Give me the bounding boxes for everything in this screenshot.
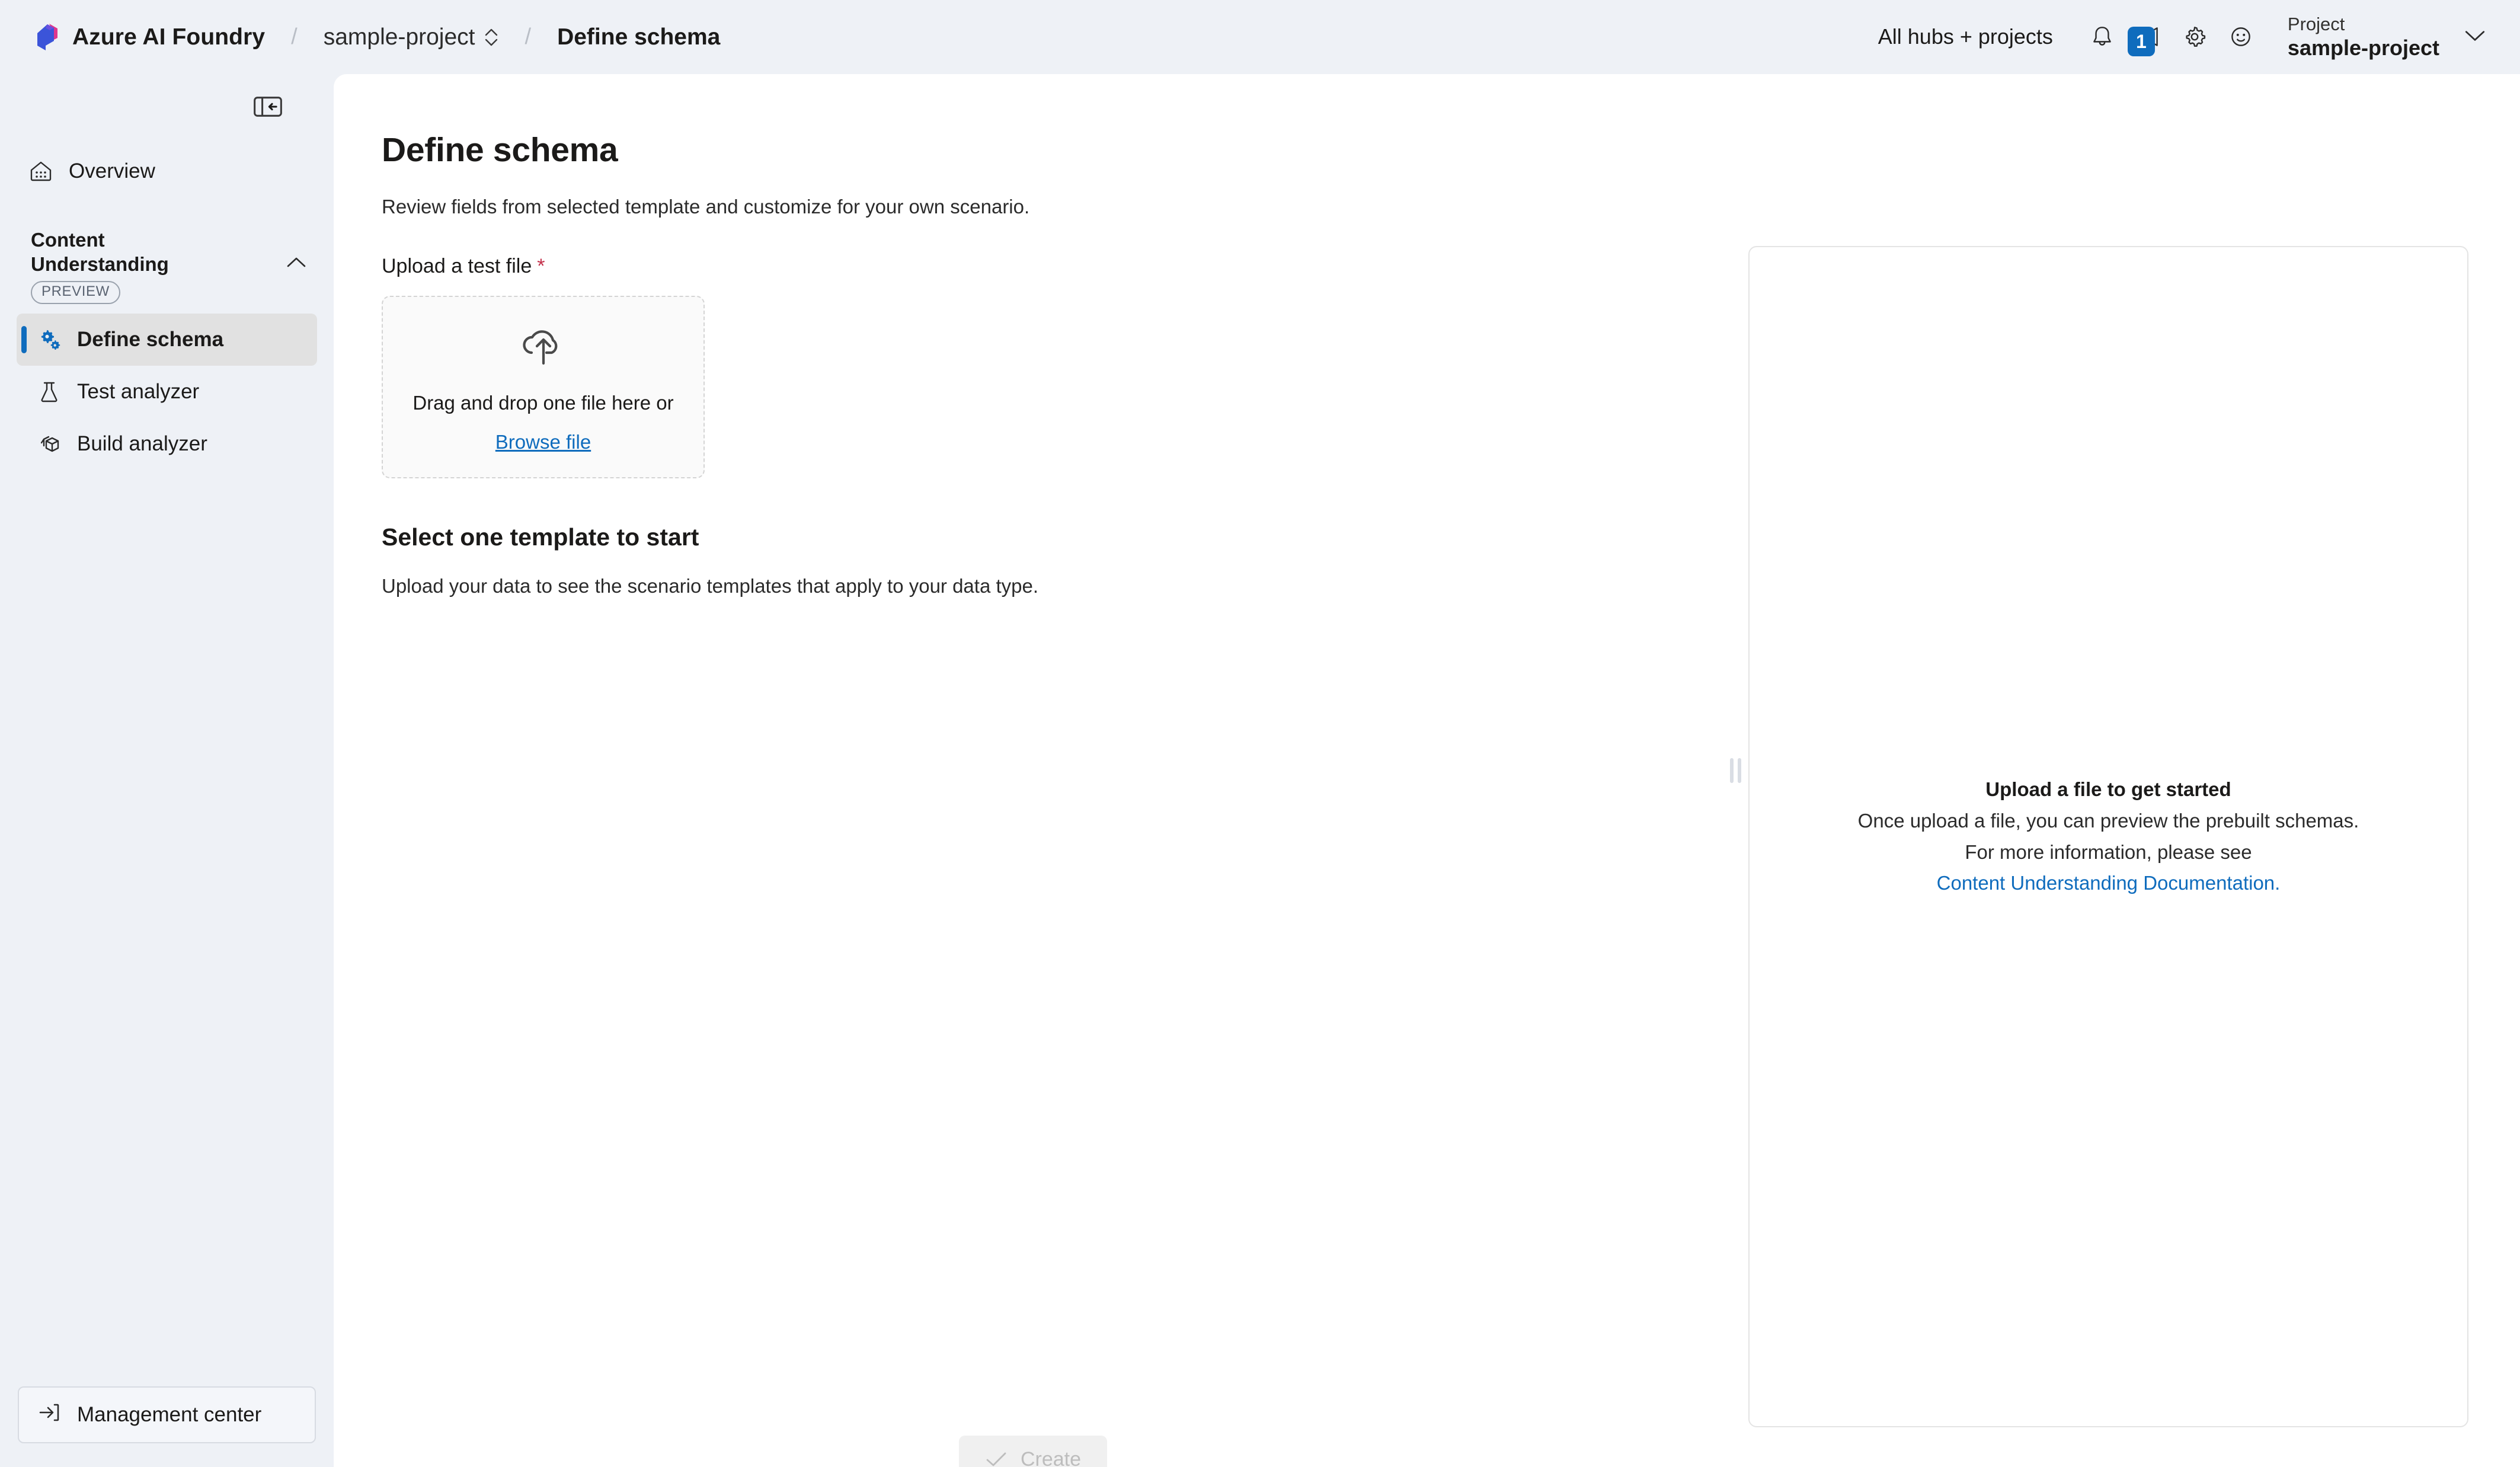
sidebar-group-title: Content Understanding (31, 229, 169, 275)
resize-grip-icon (1729, 758, 1741, 783)
management-center-wrapper: Management center (0, 1386, 334, 1467)
top-bar: Azure AI Foundry / sample-project / Defi… (0, 0, 2520, 74)
sidebar-item-test-analyzer-label: Test analyzer (77, 379, 200, 403)
collapse-panel-icon[interactable] (251, 90, 285, 124)
sidebar-item-overview-label: Overview (69, 159, 155, 183)
sidebar-collapse-row (0, 74, 334, 139)
preview-badge: PREVIEW (31, 281, 120, 304)
preview-empty-state: Upload a file to get started Once upload… (1858, 774, 2359, 899)
upload-field-label-text: Upload a test file (382, 255, 532, 277)
bell-icon[interactable] (2079, 14, 2125, 60)
cube-box-icon (37, 432, 62, 456)
breadcrumb-separator-2: / (525, 24, 532, 49)
management-center-label: Management center (77, 1403, 262, 1426)
gear-icon[interactable] (2172, 14, 2218, 60)
sidebar: Overview Content Understanding PREVIEW D… (0, 74, 334, 1467)
template-section-heading: Select one template to start (382, 523, 699, 551)
sidebar-item-define-schema[interactable]: Define schema (17, 313, 317, 366)
sidebar-group-content-understanding[interactable]: Content Understanding PREVIEW (8, 228, 325, 304)
sidebar-subitems: Define schema Test analyzer Build analyz… (8, 313, 325, 470)
feedback-smiley-icon[interactable] (2218, 14, 2264, 60)
arrow-into-door-icon (37, 1400, 62, 1430)
schema-preview-panel: Upload a file to get started Once upload… (1748, 246, 2468, 1427)
all-hubs-projects-link[interactable]: All hubs + projects (1878, 24, 2053, 49)
top-bar-actions: All hubs + projects 1 Project sample-pro… (1878, 14, 2487, 60)
create-button-row: Create (334, 1436, 1732, 1467)
sidebar-primary-list: Overview Content Understanding PREVIEW D… (0, 139, 334, 470)
breadcrumb-project[interactable]: sample-project (324, 24, 499, 50)
project-picker[interactable]: Project sample-project (2288, 14, 2487, 60)
cloud-upload-icon (515, 321, 572, 368)
upload-field-label: Upload a test file * (382, 255, 1732, 278)
panel-resize-handle[interactable] (1725, 74, 1746, 1467)
preview-empty-line-2: For more information, please see (1965, 840, 2252, 863)
azure-ai-foundry-logo-icon (33, 23, 59, 52)
sidebar-item-test-analyzer[interactable]: Test analyzer (17, 366, 317, 418)
brand-breadcrumb: Azure AI Foundry / sample-project / Defi… (33, 23, 720, 52)
file-dropzone[interactable]: Drag and drop one file here or Browse fi… (382, 296, 705, 478)
dropzone-instruction: Drag and drop one file here or (412, 392, 674, 414)
breadcrumb-project-label: sample-project (323, 24, 475, 50)
home-icon (28, 159, 53, 184)
chevron-down-icon (2463, 28, 2487, 46)
page-subtitle: Review fields from selected template and… (382, 196, 1030, 218)
chevron-up-icon (285, 255, 308, 271)
megaphone-icon[interactable]: 1 (2125, 14, 2172, 60)
page-title: Define schema (382, 131, 618, 169)
main-content-panel: Define schema Review fields from selecte… (334, 74, 2520, 1467)
checkmark-icon (985, 1450, 1008, 1467)
preview-empty-line-1: Once upload a file, you can preview the … (1857, 809, 2359, 832)
sidebar-item-build-analyzer[interactable]: Build analyzer (17, 418, 317, 470)
notification-count-badge: 1 (2127, 27, 2155, 57)
required-asterisk: * (537, 255, 545, 277)
project-picker-labels: Project sample-project (2288, 14, 2439, 60)
chevron-up-down-icon (484, 27, 499, 47)
content-understanding-documentation-link[interactable]: Content Understanding Documentation. (1858, 868, 2359, 899)
breadcrumb-separator-1: / (291, 24, 298, 49)
sidebar-item-define-schema-label: Define schema (77, 327, 224, 351)
brand-name[interactable]: Azure AI Foundry (72, 24, 265, 50)
preview-empty-title: Upload a file to get started (1985, 778, 2231, 800)
create-button-label: Create (1020, 1447, 1082, 1467)
flask-icon (37, 379, 62, 404)
project-picker-caption: Project (2287, 13, 2345, 34)
template-section-body: Upload your data to see the scenario tem… (382, 575, 1039, 597)
schema-form-column: Define schema Review fields from selecte… (334, 74, 1732, 1467)
project-picker-value: sample-project (2287, 35, 2439, 60)
sidebar-group-texts: Content Understanding PREVIEW (31, 228, 226, 304)
schema-gears-icon (37, 327, 62, 352)
sidebar-item-build-analyzer-label: Build analyzer (77, 432, 207, 455)
management-center-button[interactable]: Management center (18, 1386, 316, 1443)
browse-file-link[interactable]: Browse file (495, 431, 591, 453)
create-button[interactable]: Create (958, 1436, 1108, 1467)
breadcrumb-current-page: Define schema (557, 24, 721, 50)
sidebar-item-overview[interactable]: Overview (8, 145, 325, 197)
